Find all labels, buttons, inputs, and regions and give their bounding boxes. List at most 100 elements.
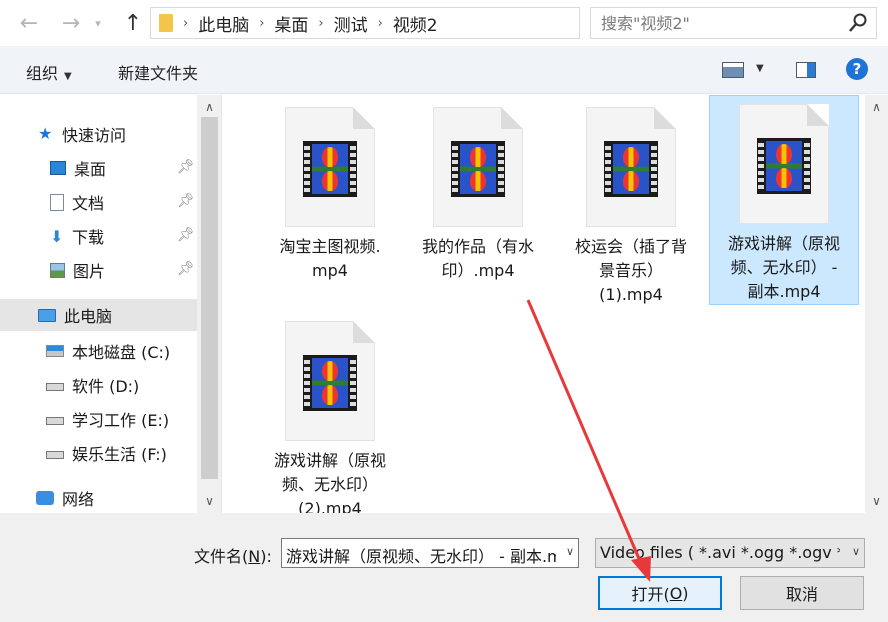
nav-this-pc[interactable]: 此电脑 (0, 299, 197, 331)
search-input[interactable] (591, 8, 831, 38)
filename-value[interactable]: 游戏讲解（原视频、无水印） - 副本.mp4 (286, 543, 556, 567)
recent-locations-button[interactable]: ▾ (88, 8, 108, 38)
back-button[interactable]: ← (14, 8, 44, 38)
video-file-icon (586, 107, 676, 227)
search-box[interactable] (590, 7, 877, 39)
nav-drive-label: 本地磁盘 (C:) (72, 343, 171, 362)
chevron-down-icon[interactable]: ∨ (566, 545, 574, 558)
organize-menu[interactable]: 组织 ▼ (26, 60, 72, 84)
cancel-button[interactable]: 取消 (740, 576, 864, 610)
filename-label: 文件名(N): (194, 547, 272, 566)
breadcrumb-desktop[interactable]: 桌面 (274, 11, 308, 36)
chevron-down-icon: ▾ (95, 16, 101, 30)
scroll-down-arrow-icon[interactable]: ∨ (197, 491, 221, 511)
nav-item-label: 桌面 (74, 160, 107, 179)
forward-button[interactable]: → (56, 8, 86, 38)
file-name-line: 副本.mp4 (747, 282, 821, 301)
file-name-line: 景音乐） (598, 261, 663, 280)
file-name-line: mp4 (312, 261, 348, 280)
nav-item-label: 下载 (72, 228, 105, 247)
drive-icon (46, 417, 64, 425)
pin-icon[interactable]: 📌︎ (177, 261, 195, 277)
desktop-folder-icon (50, 161, 66, 175)
navigation-pane: ★ 快速访问 桌面 📌︎ 文档 📌︎ ⬇ 下载 📌︎ 图片 📌︎ 此电脑 本地磁… (0, 95, 222, 513)
breadcrumb-test[interactable]: 测试 (334, 11, 368, 36)
nav-scrollbar-thumb[interactable] (201, 117, 218, 479)
nav-drive-label: 学习工作 (E:) (72, 411, 170, 430)
file-name-line: 我的作品（有水 (421, 237, 534, 256)
nav-item-label: 文档 (72, 194, 105, 213)
file-name-line: 频、无水印） (281, 475, 378, 494)
file-type-select[interactable]: Video files ( *.avi *.ogg *.ogv *.mp4 ) … (595, 538, 865, 568)
pin-icon[interactable]: 📌︎ (177, 159, 195, 175)
nav-drive-d[interactable]: 软件 (D:) (46, 369, 139, 401)
file-item[interactable]: 校运会（插了背 景音乐） (1).mp4 (556, 99, 706, 311)
folder-icon (159, 14, 173, 32)
file-name-line: (2).mp4 (298, 499, 362, 513)
file-item[interactable]: 游戏讲解（原视 频、无水印） (2).mp4 (255, 313, 405, 513)
file-type-value: Video files ( *.avi *.ogg *.ogv *.mp4 ) (600, 543, 840, 562)
nav-quick-access[interactable]: ★ 快速访问 (38, 118, 126, 150)
file-item[interactable]: 淘宝主图视频. mp4 (255, 99, 405, 287)
file-name-line: (1).mp4 (599, 285, 663, 304)
pin-icon[interactable]: 📌︎ (177, 193, 195, 209)
star-icon: ★ (38, 124, 53, 143)
file-list-scrollbar[interactable]: ∧ ∨ (865, 95, 888, 513)
windows-drive-icon (46, 345, 64, 357)
chevron-right-icon[interactable]: › (259, 16, 264, 31)
help-icon[interactable]: ? (846, 58, 868, 80)
organize-label: 组织 (26, 64, 59, 83)
nav-this-pc-label: 此电脑 (64, 307, 113, 326)
nav-drive-label: 软件 (D:) (72, 377, 140, 396)
drive-icon (46, 451, 64, 459)
nav-drive-f[interactable]: 娱乐生活 (F:) (46, 437, 167, 469)
file-list: 淘宝主图视频. mp4 我的作品（有水 印）.mp4 校运会（插了背 景音乐） … (223, 95, 865, 513)
address-bar[interactable]: › 此电脑 › 桌面 › 测试 › 视频2 ∨ ↻ (150, 7, 723, 39)
address-row: ← → ▾ ↑ › 此电脑 › 桌面 › 测试 › 视频2 ∨ ↻ (0, 0, 888, 46)
nav-scrollbar[interactable]: ∧ ∨ (197, 95, 221, 513)
change-view-icon[interactable] (722, 62, 744, 78)
scroll-down-arrow-icon[interactable]: ∨ (865, 491, 888, 511)
chevron-right-icon[interactable]: › (318, 16, 323, 31)
new-folder-button[interactable]: 新建文件夹 (118, 60, 198, 84)
view-options-caret-icon[interactable]: ▼ (756, 63, 764, 74)
chevron-down-icon[interactable]: ∨ (852, 545, 860, 558)
breadcrumb-this-pc[interactable]: 此电脑 (198, 11, 249, 36)
video-file-icon (285, 321, 375, 441)
download-icon: ⬇ (50, 226, 64, 246)
preview-pane-icon[interactable] (796, 62, 816, 78)
drive-icon (46, 383, 64, 391)
file-name-line: 游戏讲解（原视 (727, 234, 840, 253)
open-button[interactable]: 打开(O) (598, 576, 722, 610)
nav-network-label: 网络 (62, 490, 95, 509)
file-item[interactable]: 我的作品（有水 印）.mp4 (403, 99, 553, 287)
documents-icon (50, 193, 64, 211)
filename-input[interactable]: 游戏讲解（原视频、无水印） - 副本.mp4 ∨ (281, 538, 579, 568)
pin-icon[interactable]: 📌︎ (177, 227, 195, 243)
file-name-line: 校运会（插了背 (574, 237, 687, 256)
chevron-right-icon[interactable]: › (183, 16, 188, 31)
computer-icon (38, 308, 56, 322)
nav-drive-c[interactable]: 本地磁盘 (C:) (46, 335, 170, 367)
scroll-up-arrow-icon[interactable]: ∧ (865, 97, 888, 117)
scroll-up-arrow-icon[interactable]: ∧ (197, 97, 221, 117)
nav-network[interactable]: 网络 (36, 482, 94, 513)
breadcrumb-videos2[interactable]: 视频2 (393, 11, 438, 36)
arrow-left-icon: ← (19, 10, 39, 36)
nav-drive-label: 娱乐生活 (F:) (72, 445, 167, 464)
file-name-line: 淘宝主图视频. (279, 237, 381, 256)
arrow-up-icon: ↑ (123, 10, 143, 36)
nav-quick-access-label: 快速访问 (62, 126, 127, 145)
chevron-right-icon[interactable]: › (378, 16, 383, 31)
file-item-selected[interactable]: 游戏讲解（原视 频、无水印） - 副本.mp4 (709, 95, 859, 305)
network-icon (36, 491, 54, 505)
dialog-footer: 文件名(N): 游戏讲解（原视频、无水印） - 副本.mp4 ∨ Video f… (0, 513, 888, 622)
video-file-icon (285, 107, 375, 227)
search-icon[interactable] (848, 12, 868, 34)
nav-drive-e[interactable]: 学习工作 (E:) (46, 403, 169, 435)
file-name-line: 游戏讲解（原视 (273, 451, 386, 470)
up-button[interactable]: ↑ (118, 8, 148, 38)
nav-item-label: 图片 (73, 262, 106, 281)
file-name-line: 印）.mp4 (441, 261, 515, 280)
caret-down-icon: ▼ (64, 71, 72, 82)
